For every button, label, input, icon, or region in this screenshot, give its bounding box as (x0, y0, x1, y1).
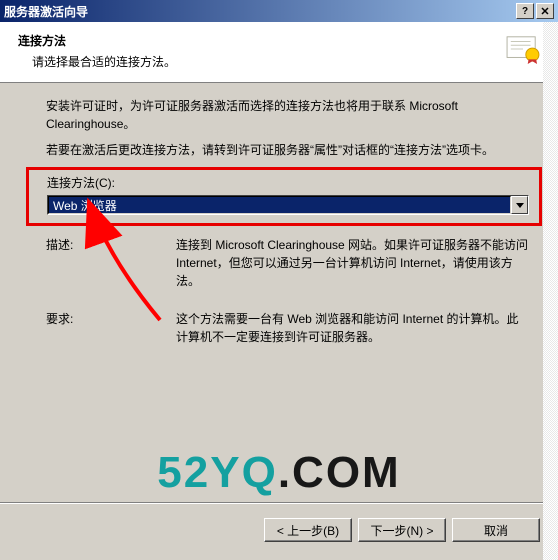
watermark-part1: 52YQ (157, 448, 278, 497)
wizard-header-text: 连接方法 请选择最合适的连接方法。 (18, 32, 496, 70)
connect-method-combobox[interactable]: Web 浏览器 (47, 195, 529, 215)
intro-paragraph-2: 若要在激活后更改连接方法，请转到许可证服务器“属性”对话框的“连接方法”选项卡。 (46, 141, 530, 159)
close-button[interactable]: ✕ (536, 3, 554, 19)
requirement-row: 要求: 这个方法需要一台有 Web 浏览器和能访问 Internet 的计算机。… (46, 310, 530, 346)
requirement-value: 这个方法需要一台有 Web 浏览器和能访问 Internet 的计算机。此计算机… (176, 310, 530, 346)
titlebar: 服务器激活向导 ? ✕ (0, 0, 558, 22)
right-border (543, 22, 558, 560)
page-title: 连接方法 (18, 32, 496, 49)
chevron-down-icon[interactable] (511, 196, 528, 214)
requirement-label: 要求: (46, 310, 176, 346)
help-button[interactable]: ? (516, 3, 534, 19)
window-title: 服务器激活向导 (4, 3, 516, 20)
certificate-icon (504, 34, 542, 64)
cancel-button[interactable]: 取消 (452, 518, 540, 542)
connect-method-value: Web 浏览器 (48, 196, 511, 214)
highlight-box: 连接方法(C): Web 浏览器 (26, 167, 542, 226)
description-value: 连接到 Microsoft Clearinghouse 网站。如果许可证服务器不… (176, 236, 530, 290)
scrollbar-track[interactable] (543, 22, 558, 560)
footer-divider (0, 502, 558, 504)
description-label: 描述: (46, 236, 176, 290)
connect-method-label: 连接方法(C): (47, 174, 529, 192)
back-button[interactable]: < 上一步(B) (264, 518, 352, 542)
wizard-buttons: < 上一步(B) 下一步(N) > 取消 (264, 518, 540, 542)
watermark-part2: .COM (278, 448, 401, 497)
watermark: 52YQ.COM (157, 448, 400, 498)
titlebar-buttons: ? ✕ (516, 3, 554, 19)
wizard-header: 连接方法 请选择最合适的连接方法。 (0, 22, 558, 83)
wizard-body: 安装许可证时，为许可证服务器激活而选择的连接方法也将用于联系 Microsoft… (0, 83, 558, 362)
intro-paragraph-1: 安装许可证时，为许可证服务器激活而选择的连接方法也将用于联系 Microsoft… (46, 97, 530, 133)
page-subtitle: 请选择最合适的连接方法。 (18, 53, 496, 70)
description-row: 描述: 连接到 Microsoft Clearinghouse 网站。如果许可证… (46, 236, 530, 290)
next-button[interactable]: 下一步(N) > (358, 518, 446, 542)
